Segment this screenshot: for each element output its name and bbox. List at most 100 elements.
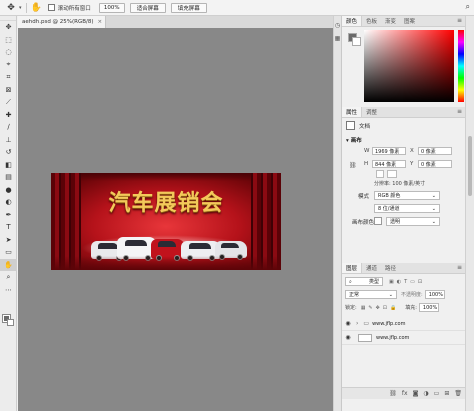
canvas-color-label: 画布颜色	[352, 220, 375, 226]
document-tab[interactable]: aehdh.psd @ 25%(RGB/8) ×	[18, 16, 106, 28]
opacity-input[interactable]: 100%	[424, 290, 445, 299]
fx-icon[interactable]: fx	[402, 390, 408, 397]
layer-row-group[interactable]: ◉ › ▭ www.jflp.com	[342, 317, 466, 331]
width-label: W	[364, 148, 370, 154]
canvas-section-header[interactable]: ▾ 画布	[346, 136, 362, 144]
eraser-icon[interactable]: ◧	[0, 159, 17, 172]
canvas-area[interactable]: 汽车展销会	[18, 28, 333, 411]
canvas-color-dropdown[interactable]: 透明 ⌄	[386, 217, 440, 226]
trash-icon[interactable]: 🗑	[454, 390, 462, 397]
eyedropper-icon[interactable]: ⟋	[0, 96, 17, 109]
tab-color[interactable]: 颜色	[342, 16, 363, 26]
pen-icon[interactable]: ✒	[0, 209, 17, 222]
gradient-icon[interactable]: ▤	[0, 171, 17, 184]
link-layers-icon[interactable]: ⛓	[389, 390, 397, 397]
hand-icon[interactable]: ✋	[0, 258, 17, 271]
y-field-row: Y 0 像素	[410, 160, 452, 168]
brush-icon[interactable]: ∕	[0, 121, 17, 134]
color-panel-tabs: 颜色 色板 渐变 图案 ≡	[342, 16, 465, 27]
clone-stamp-icon[interactable]: ⊥	[0, 134, 17, 147]
quick-select-icon[interactable]: ⌖	[0, 59, 17, 72]
libraries-panel-icon[interactable]: ▦	[334, 35, 341, 42]
fit-screen-button[interactable]: 适合屏幕	[129, 2, 166, 13]
new-layer-icon[interactable]: ⊞	[444, 390, 449, 397]
properties-panel-tabs: 属性 调整 ≡	[342, 107, 465, 118]
x-input[interactable]: 0 像素	[418, 147, 452, 155]
scroll-all-windows-checkbox[interactable]	[47, 4, 55, 11]
lasso-icon[interactable]: ◌	[0, 46, 17, 59]
x-field-row: X 0 像素	[410, 147, 452, 155]
zoom-100-button[interactable]: 100%	[98, 2, 125, 13]
layer-kind-value: 类型	[368, 279, 379, 285]
panel-menu-icon[interactable]: ≡	[457, 17, 462, 24]
mask-icon[interactable]: ◙	[413, 390, 419, 397]
width-input[interactable]: 1969 像素	[372, 147, 406, 155]
link-icon[interactable]: ⛓	[349, 162, 357, 169]
dodge-icon[interactable]: ◐	[0, 196, 17, 209]
type-icon[interactable]: T	[0, 221, 17, 234]
color-background-swatch[interactable]	[352, 37, 361, 46]
tab-adjustments[interactable]: 调整	[362, 107, 381, 117]
panel-scrollbar[interactable]	[465, 16, 474, 411]
scrollbar-thumb[interactable]	[468, 136, 472, 196]
move-tool-icon[interactable]: ✥	[4, 2, 18, 14]
tab-paths[interactable]: 路径	[381, 263, 400, 273]
chevron-right-icon[interactable]: ›	[356, 320, 358, 327]
height-input[interactable]: 844 像素	[372, 160, 406, 168]
tab-gradients[interactable]: 渐变	[381, 16, 400, 26]
healing-brush-icon[interactable]: ✚	[0, 109, 17, 122]
adjustment-icon[interactable]: ◑	[423, 390, 428, 397]
zoom-icon[interactable]: ⌕	[0, 271, 17, 284]
layer-kind-filter[interactable]: ⌕ 类型	[345, 277, 383, 286]
color-picker-field[interactable]	[364, 30, 454, 102]
panel-menu-icon[interactable]: ≡	[457, 108, 462, 115]
canvas-color-value: 透明	[390, 219, 401, 225]
hue-slider[interactable]	[458, 30, 464, 102]
blur-icon[interactable]: ●	[0, 184, 17, 197]
properties-panel: 文档 ▾ 画布 W 1969 像素 X 0 像素 ⛓ H 844 像素 Y 0 …	[342, 118, 465, 263]
layers-panel-tabs: 图层 通道 路径 ≡	[342, 263, 465, 274]
layer-row[interactable]: ◉ www.jflp.com	[342, 331, 466, 345]
tab-swatches[interactable]: 色板	[362, 16, 381, 26]
tab-patterns[interactable]: 图案	[400, 16, 419, 26]
canvas-color-swatch[interactable]	[374, 217, 382, 225]
orientation-row	[376, 170, 397, 178]
frame-icon[interactable]: ⊠	[0, 84, 17, 97]
canvas-section-title: 画布	[350, 138, 362, 144]
history-brush-icon[interactable]: ↺	[0, 146, 17, 159]
portrait-icon[interactable]	[376, 170, 384, 178]
panel-menu-icon[interactable]: ≡	[457, 264, 462, 271]
document-tab-bar: aehdh.psd @ 25%(RGB/8) ×	[18, 16, 333, 28]
fill-screen-button[interactable]: 填充屏幕	[170, 2, 207, 13]
close-icon[interactable]: ×	[98, 19, 103, 25]
tab-layers[interactable]: 图层	[342, 263, 363, 273]
blend-mode-value: 正常	[349, 292, 360, 298]
search-icon[interactable]: ⌕	[466, 2, 470, 12]
lock-icons[interactable]: ▦✎✥⊡🔒	[361, 305, 400, 311]
hand-icon[interactable]: ✋	[31, 3, 42, 13]
crop-icon[interactable]: ⌗	[0, 71, 17, 84]
tool-preset-dropdown-icon[interactable]: ▾	[19, 5, 22, 11]
eye-icon[interactable]: ◉	[342, 334, 354, 341]
bit-depth-value: 8 位/通道	[378, 206, 400, 212]
shape-icon[interactable]: ▭	[0, 246, 17, 259]
y-input[interactable]: 0 像素	[418, 160, 452, 168]
mode-dropdown[interactable]: RGB 颜色 ⌄	[374, 191, 440, 200]
move-icon[interactable]: ✥	[0, 21, 17, 34]
bit-depth-dropdown[interactable]: 8 位/通道 ⌄	[374, 204, 440, 213]
history-panel-icon[interactable]: ◷	[334, 22, 341, 29]
landscape-icon[interactable]	[387, 170, 397, 178]
tab-channels[interactable]: 通道	[362, 263, 381, 273]
eye-icon[interactable]: ◉	[342, 320, 354, 327]
marquee-icon[interactable]: ⬚	[0, 34, 17, 47]
edit-toolbar-icon[interactable]: ⋯	[0, 284, 17, 297]
x-label: X	[410, 148, 414, 154]
path-select-icon[interactable]: ➤	[0, 234, 17, 247]
background-color-swatch[interactable]	[7, 319, 14, 326]
blend-mode-dropdown[interactable]: 正常 ⌄	[345, 290, 397, 299]
fill-input[interactable]: 100%	[418, 303, 439, 312]
layer-filter-icons[interactable]: ▣◐T▭⊡	[389, 279, 425, 285]
layers-panel: ⌕ 类型 ▣◐T▭⊡ 正常 ⌄ 不透明度: 100% 锁定: ▦✎✥⊡🔒 填充: 1…	[342, 274, 466, 399]
new-group-icon[interactable]: ▭	[434, 390, 440, 397]
tab-properties[interactable]: 属性	[342, 107, 363, 117]
